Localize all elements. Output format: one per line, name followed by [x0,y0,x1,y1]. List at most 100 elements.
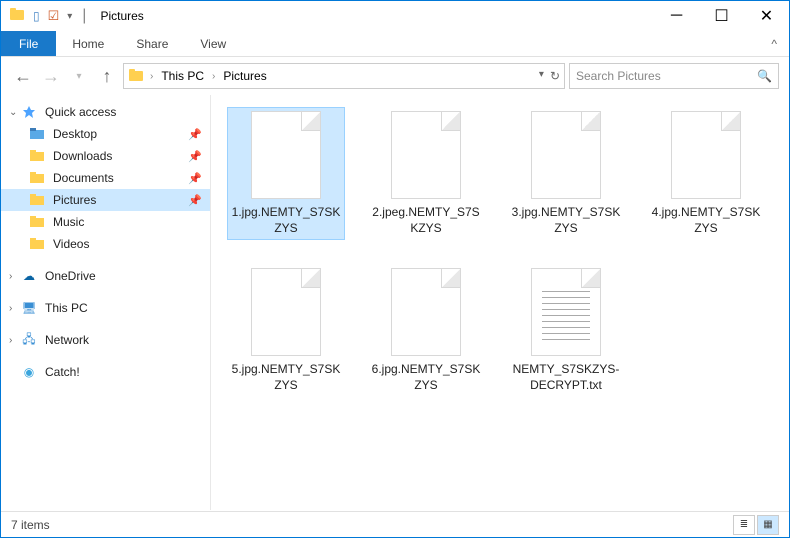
file-name: 3.jpg.NEMTY_S7SKZYS [511,205,621,236]
sidebar-item-music[interactable]: Music [1,211,210,233]
folder-icon [29,126,45,142]
sidebar-this-pc[interactable]: › 🖥 This PC [1,297,210,319]
address-bar[interactable]: › This PC › Pictures ▾ ↻ [123,63,565,89]
blank-file-icon [391,268,461,356]
blank-file-icon [251,111,321,199]
maximize-button[interactable]: ☐ [699,1,744,31]
sidebar-label: Videos [53,237,89,251]
chevron-down-icon: ▾ [76,71,81,82]
search-icon: 🔍 [757,69,772,83]
folder-icon [29,170,45,186]
back-button[interactable]: ← [11,64,35,88]
breadcrumb-sep: › [150,71,153,82]
close-button[interactable]: ✕ [744,1,789,31]
sidebar-network[interactable]: › 🖧 Network [1,329,210,351]
blank-file-icon [671,111,741,199]
sidebar-item-videos[interactable]: Videos [1,233,210,255]
sidebar-catch[interactable]: ◉ Catch! [1,361,210,383]
file-item[interactable]: NEMTY_S7SKZYS-DECRYPT.txt [507,264,625,397]
item-count: 7 items [11,518,50,532]
pin-icon: 📌 [188,194,202,207]
address-dropdown-icon[interactable]: ▾ [539,69,544,83]
quick-access-toolbar: ▯ ☑ ▾ | Pictures [9,6,144,27]
folder-icon [29,236,45,252]
title-bar: ▯ ☑ ▾ | Pictures ─ ☐ ✕ [1,1,789,31]
catch-icon: ◉ [21,364,37,380]
file-item[interactable]: 2.jpeg.NEMTY_S7SKZYS [367,107,485,240]
status-bar: 7 items ≣ ▦ [1,511,789,537]
folder-app-icon [9,6,25,27]
tab-share[interactable]: Share [120,31,184,56]
icons-view-button[interactable]: ▦ [757,515,779,535]
qat-checkbox-icon[interactable]: ☑ [48,8,60,24]
text-file-icon [531,268,601,356]
refresh-icon[interactable]: ↻ [550,69,560,83]
ribbon-expand-icon[interactable]: ^ [759,31,789,56]
forward-button[interactable]: → [39,64,63,88]
sidebar-item-pictures[interactable]: Pictures 📌 [1,189,210,211]
pin-icon: 📌 [188,172,202,185]
arrow-right-icon: → [42,66,60,87]
file-tab[interactable]: File [1,31,56,56]
blank-file-icon [391,111,461,199]
sidebar-item-documents[interactable]: Documents 📌 [1,167,210,189]
navigation-pane: ⌄ Quick access Desktop 📌 Downloads 📌 Docum… [1,95,211,510]
sidebar-label: Catch! [45,365,80,379]
view-switcher: ≣ ▦ [733,515,779,535]
expand-icon[interactable]: › [9,303,12,314]
file-name: 4.jpg.NEMTY_S7SKZYS [651,205,761,236]
expand-icon[interactable]: › [9,335,12,346]
tab-view[interactable]: View [184,31,242,56]
files-pane[interactable]: 1.jpg.NEMTY_S7SKZYS 2.jpeg.NEMTY_S7SKZYS 3… [211,95,789,510]
sidebar-label: Documents [53,171,114,185]
arrow-left-icon: ← [14,66,32,87]
file-item[interactable]: 5.jpg.NEMTY_S7SKZYS [227,264,345,397]
search-placeholder: Search Pictures [576,69,751,83]
minimize-button[interactable]: ─ [654,1,699,31]
up-button[interactable]: ↑ [95,64,119,88]
pin-icon: 📌 [188,128,202,141]
blank-file-icon [531,111,601,199]
sidebar-item-desktop[interactable]: Desktop 📌 [1,123,210,145]
file-item[interactable]: 1.jpg.NEMTY_S7SKZYS [227,107,345,240]
sidebar-label: Pictures [53,193,96,207]
sidebar-label: Desktop [53,127,97,141]
pin-icon: 📌 [188,150,202,163]
tab-home[interactable]: Home [56,31,120,56]
recent-dropdown[interactable]: ▾ [67,64,91,88]
sidebar-onedrive[interactable]: › ☁ OneDrive [1,265,210,287]
arrow-up-icon: ↑ [103,66,112,87]
content-area: ⌄ Quick access Desktop 📌 Downloads 📌 Docum… [1,95,789,510]
sidebar-label: Network [45,333,89,347]
breadcrumb-pictures[interactable]: Pictures [221,69,268,83]
file-name: NEMTY_S7SKZYS-DECRYPT.txt [511,362,621,393]
folder-icon [29,148,45,164]
expand-icon[interactable]: ⌄ [9,107,17,118]
sidebar-quick-access[interactable]: ⌄ Quick access [1,101,210,123]
cloud-icon: ☁ [21,268,37,284]
search-input[interactable]: Search Pictures 🔍 [569,63,779,89]
breadcrumb-this-pc[interactable]: This PC [159,69,206,83]
folder-icon [128,68,144,85]
sidebar-label: Music [53,215,84,229]
sidebar-item-downloads[interactable]: Downloads 📌 [1,145,210,167]
sidebar-label: This PC [45,301,88,315]
sidebar-label: Downloads [53,149,112,163]
file-item[interactable]: 4.jpg.NEMTY_S7SKZYS [647,107,765,240]
folder-icon [29,214,45,230]
sidebar-label: Quick access [45,105,116,119]
sidebar-label: OneDrive [45,269,96,283]
qat-item-1[interactable]: ▯ [33,9,40,23]
file-item[interactable]: 3.jpg.NEMTY_S7SKZYS [507,107,625,240]
file-name: 6.jpg.NEMTY_S7SKZYS [371,362,481,393]
file-name: 1.jpg.NEMTY_S7SKZYS [231,205,341,236]
expand-icon[interactable]: › [9,271,12,282]
navigation-bar: ← → ▾ ↑ › This PC › Pictures ▾ ↻ Search … [1,57,789,95]
breadcrumb-sep: › [212,71,215,82]
computer-icon: 🖥 [21,300,37,316]
blank-file-icon [251,268,321,356]
network-icon: 🖧 [21,332,37,348]
details-view-button[interactable]: ≣ [733,515,755,535]
qat-dropdown-icon[interactable]: ▾ [67,11,72,22]
file-item[interactable]: 6.jpg.NEMTY_S7SKZYS [367,264,485,397]
